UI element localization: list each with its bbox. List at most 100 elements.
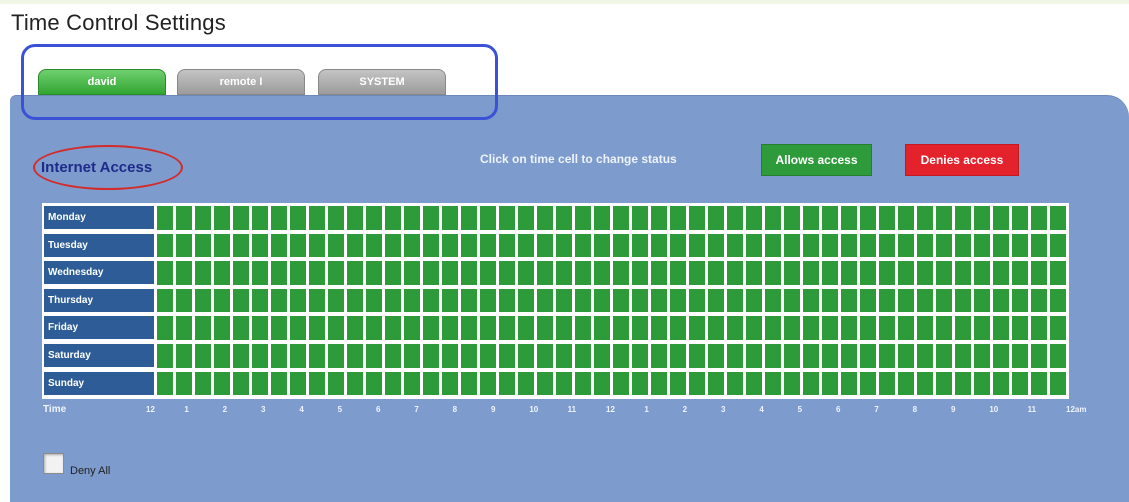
time-cell[interactable] xyxy=(860,233,876,258)
time-cell[interactable] xyxy=(366,206,382,230)
time-cell[interactable] xyxy=(632,206,648,230)
time-cell[interactable] xyxy=(556,233,572,258)
time-cell[interactable] xyxy=(879,371,895,396)
time-cell[interactable] xyxy=(1031,233,1047,258)
time-cell[interactable] xyxy=(328,344,344,368)
time-cell[interactable] xyxy=(442,233,458,258)
time-cell[interactable] xyxy=(195,233,211,258)
time-cell[interactable] xyxy=(157,288,173,313)
time-cell[interactable] xyxy=(689,261,705,285)
time-cell[interactable] xyxy=(271,344,287,368)
time-cell[interactable] xyxy=(252,344,268,368)
time-cell[interactable] xyxy=(309,233,325,258)
time-cell[interactable] xyxy=(860,206,876,230)
time-cell[interactable] xyxy=(898,233,914,258)
time-cell[interactable] xyxy=(936,261,952,285)
time-cell[interactable] xyxy=(765,316,781,340)
time-cell[interactable] xyxy=(575,206,591,230)
time-cell[interactable] xyxy=(575,288,591,313)
time-cell[interactable] xyxy=(784,233,800,258)
time-cell[interactable] xyxy=(917,371,933,396)
time-cell[interactable] xyxy=(1031,288,1047,313)
time-cell[interactable] xyxy=(670,371,686,396)
time-cell[interactable] xyxy=(613,261,629,285)
time-cell[interactable] xyxy=(689,233,705,258)
time-cell[interactable] xyxy=(271,261,287,285)
time-cell[interactable] xyxy=(803,316,819,340)
time-cell[interactable] xyxy=(879,233,895,258)
time-cell[interactable] xyxy=(461,316,477,340)
time-cell[interactable] xyxy=(442,344,458,368)
time-cell[interactable] xyxy=(537,233,553,258)
time-cell[interactable] xyxy=(480,288,496,313)
time-cell[interactable] xyxy=(347,371,363,396)
time-cell[interactable] xyxy=(385,261,401,285)
time-cell[interactable] xyxy=(689,206,705,230)
time-cell[interactable] xyxy=(404,233,420,258)
time-cell[interactable] xyxy=(499,371,515,396)
time-cell[interactable] xyxy=(385,233,401,258)
time-cell[interactable] xyxy=(936,288,952,313)
time-cell[interactable] xyxy=(803,344,819,368)
time-cell[interactable] xyxy=(727,206,743,230)
time-cell[interactable] xyxy=(442,206,458,230)
time-cell[interactable] xyxy=(727,261,743,285)
time-cell[interactable] xyxy=(385,316,401,340)
time-cell[interactable] xyxy=(594,344,610,368)
time-cell[interactable] xyxy=(480,316,496,340)
time-cell[interactable] xyxy=(252,371,268,396)
time-cell[interactable] xyxy=(841,288,857,313)
time-cell[interactable] xyxy=(879,288,895,313)
time-cell[interactable] xyxy=(537,261,553,285)
time-cell[interactable] xyxy=(955,206,971,230)
time-cell[interactable] xyxy=(879,261,895,285)
time-cell[interactable] xyxy=(689,288,705,313)
time-cell[interactable] xyxy=(993,261,1009,285)
time-cell[interactable] xyxy=(1031,344,1047,368)
time-cell[interactable] xyxy=(822,344,838,368)
time-cell[interactable] xyxy=(556,344,572,368)
time-cell[interactable] xyxy=(233,288,249,313)
time-cell[interactable] xyxy=(518,206,534,230)
time-cell[interactable] xyxy=(423,261,439,285)
time-cell[interactable] xyxy=(366,288,382,313)
time-cell[interactable] xyxy=(461,261,477,285)
time-cell[interactable] xyxy=(347,288,363,313)
time-cell[interactable] xyxy=(746,316,762,340)
time-cell[interactable] xyxy=(423,344,439,368)
time-cell[interactable] xyxy=(157,344,173,368)
time-cell[interactable] xyxy=(195,344,211,368)
time-cell[interactable] xyxy=(955,344,971,368)
time-cell[interactable] xyxy=(575,316,591,340)
time-cell[interactable] xyxy=(214,371,230,396)
time-cell[interactable] xyxy=(955,288,971,313)
time-cell[interactable] xyxy=(974,288,990,313)
time-cell[interactable] xyxy=(480,233,496,258)
time-cell[interactable] xyxy=(727,316,743,340)
time-cell[interactable] xyxy=(195,288,211,313)
time-cell[interactable] xyxy=(803,206,819,230)
time-cell[interactable] xyxy=(670,206,686,230)
time-cell[interactable] xyxy=(461,206,477,230)
time-cell[interactable] xyxy=(252,288,268,313)
time-cell[interactable] xyxy=(518,344,534,368)
time-cell[interactable] xyxy=(917,288,933,313)
time-cell[interactable] xyxy=(974,261,990,285)
time-cell[interactable] xyxy=(822,288,838,313)
time-cell[interactable] xyxy=(195,261,211,285)
time-cell[interactable] xyxy=(442,371,458,396)
time-cell[interactable] xyxy=(993,288,1009,313)
time-cell[interactable] xyxy=(727,371,743,396)
time-cell[interactable] xyxy=(651,261,667,285)
time-cell[interactable] xyxy=(651,371,667,396)
time-cell[interactable] xyxy=(328,233,344,258)
time-cell[interactable] xyxy=(328,206,344,230)
time-cell[interactable] xyxy=(271,288,287,313)
time-cell[interactable] xyxy=(290,261,306,285)
time-cell[interactable] xyxy=(233,371,249,396)
time-cell[interactable] xyxy=(575,344,591,368)
time-cell[interactable] xyxy=(917,233,933,258)
time-cell[interactable] xyxy=(347,344,363,368)
time-cell[interactable] xyxy=(613,371,629,396)
time-cell[interactable] xyxy=(556,288,572,313)
